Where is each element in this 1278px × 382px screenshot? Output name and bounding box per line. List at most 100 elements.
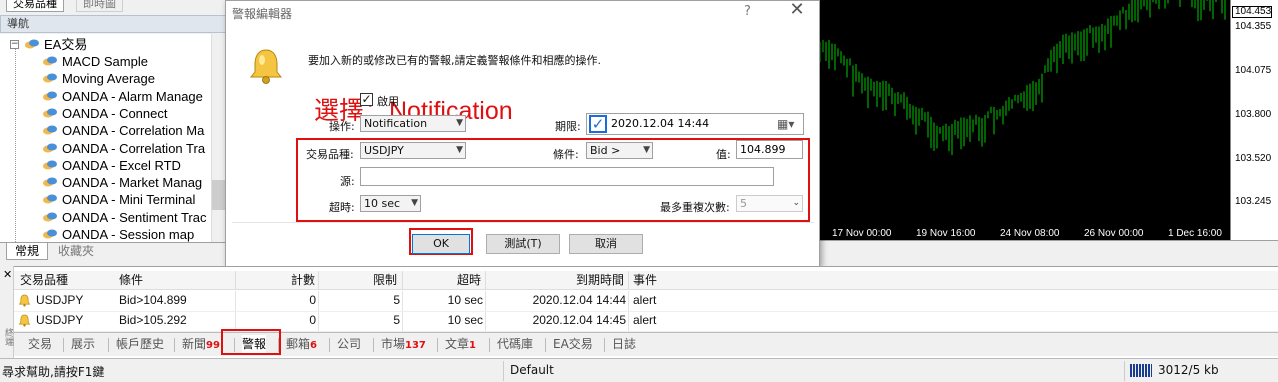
- tab-common[interactable]: 常規: [6, 243, 49, 260]
- alert-cell-count: 0: [309, 293, 316, 307]
- terminal-tab[interactable]: 新聞99: [182, 335, 220, 355]
- tree-node-label: MACD Sample: [62, 54, 148, 69]
- column-header-timeout[interactable]: 超時: [457, 272, 481, 289]
- enable-checkbox[interactable]: ✓: [360, 93, 373, 106]
- price-axis: 104.355 104.075 103.800 103.520 103.245: [1230, 0, 1278, 240]
- tree-node-expert[interactable]: OANDA - Correlation Tra: [42, 140, 205, 157]
- tree-node-expert[interactable]: OANDA - Sentiment Trac: [42, 209, 207, 226]
- tab-divider: [489, 338, 490, 352]
- column-header-count[interactable]: 計數: [291, 272, 315, 289]
- tab-market-watch[interactable]: 交易品種: [6, 0, 64, 12]
- price-label: 103.245: [1235, 196, 1272, 207]
- tree-node-expert[interactable]: OANDA - Market Manag: [42, 174, 202, 191]
- expert-advisor-icon: [42, 175, 58, 187]
- tree-node-label: Moving Average: [62, 71, 155, 87]
- terminal-tab-label: EA交易: [553, 337, 593, 351]
- time-label: 19 Nov 16:00: [916, 228, 976, 239]
- terminal-tabs: 交易 展示 帳戶歷史 新聞99 警報 郵箱6 公司 市場137 文章1 代碼庫 EA交易 日誌: [14, 329, 1278, 356]
- column-header-expiration[interactable]: 到期時間: [576, 272, 624, 289]
- price-label: 103.800: [1235, 109, 1272, 120]
- check-icon: ✓: [361, 92, 372, 106]
- alerts-tab-highlight: [221, 329, 281, 355]
- symbol-select[interactable]: USDJPY ▼: [360, 142, 466, 159]
- alert-editor-dialog: 警報編輯器 ? ✕ 要加入新的或修改已有的警報,請定義警報條件和相應的操作. 選…: [225, 0, 820, 267]
- terminal-tab-label: 帳戶歷史: [116, 337, 165, 351]
- time-label: 1 Dec 16:00: [1168, 228, 1222, 239]
- expert-advisor-icon: [42, 192, 58, 204]
- expert-advisor-icon: [42, 106, 58, 118]
- tab-tick-chart[interactable]: 即時圖: [76, 0, 123, 12]
- close-icon[interactable]: ✕: [786, 1, 808, 20]
- price-label: 103.520: [1235, 153, 1272, 164]
- tree-node-expert-advisors[interactable]: EA交易: [24, 36, 87, 53]
- column-header-condition[interactable]: 條件: [119, 272, 143, 289]
- terminal-tab[interactable]: 帳戶歷史: [116, 335, 164, 353]
- alert-cell-timeout: 10 sec: [447, 293, 483, 307]
- column-header-event[interactable]: 事件: [633, 272, 657, 289]
- tree-node-expert[interactable]: OANDA - Alarm Manage: [42, 88, 203, 105]
- terminal-tab[interactable]: 公司: [337, 335, 361, 353]
- terminal-tab[interactable]: 市場137: [381, 335, 426, 355]
- tree-node-label: OANDA - Mini Terminal: [62, 192, 196, 208]
- terminal-tab-label: 代碼庫: [497, 337, 534, 351]
- test-button[interactable]: 測試(T): [486, 234, 560, 254]
- action-select[interactable]: Notification ▼: [360, 115, 466, 132]
- column-header-limit[interactable]: 限制: [373, 272, 397, 289]
- terminal-tab-badge: 99: [206, 340, 220, 351]
- dialog-description: 要加入新的或修改已有的警報,請定義警報條件和相應的操作.: [308, 54, 601, 67]
- price-chart[interactable]: [818, 0, 1230, 240]
- close-icon[interactable]: ✕: [3, 268, 12, 281]
- condition-select-value: Bid >: [590, 144, 621, 157]
- alert-cell-expiration: 2020.12.04 14:44: [532, 293, 626, 307]
- collapse-icon[interactable]: −: [10, 40, 19, 49]
- timeout-select[interactable]: 10 sec ▼: [360, 195, 421, 212]
- ok-button[interactable]: OK: [412, 234, 470, 254]
- alert-cell-event: alert: [633, 313, 657, 327]
- alert-cell-limit: 5: [393, 293, 400, 307]
- alert-cell-symbol: USDJPY: [36, 313, 84, 327]
- cancel-button[interactable]: 取消: [569, 234, 643, 254]
- terminal-tab[interactable]: 交易: [28, 335, 52, 353]
- tab-favorites[interactable]: 收藏夾: [50, 243, 102, 260]
- terminal-tab[interactable]: 代碼庫: [497, 335, 533, 353]
- tree-node-expert[interactable]: OANDA - Connect: [42, 105, 168, 122]
- tree-node-expert[interactable]: OANDA - Excel RTD: [42, 157, 181, 174]
- value-input[interactable]: 104.899: [736, 140, 803, 159]
- calendar-icon[interactable]: ▦▾: [777, 117, 794, 131]
- help-icon[interactable]: ?: [744, 4, 751, 19]
- source-input[interactable]: [360, 167, 774, 186]
- alerts-table-header: 交易品種 條件 計數 限制 超時 到期時間 事件: [14, 271, 1278, 290]
- time-label: 26 Nov 00:00: [1084, 228, 1144, 239]
- alert-cell-symbol: USDJPY: [36, 293, 84, 307]
- tree-node-expert[interactable]: OANDA - Session map: [42, 226, 194, 242]
- terminal-tab-label: 展示: [71, 337, 96, 351]
- navigator-header: 導航: [0, 15, 228, 33]
- condition-select[interactable]: Bid > ▼: [586, 142, 653, 159]
- tree-node-label: OANDA - Correlation Ma: [62, 123, 205, 139]
- terminal-tab-badge: 1: [469, 340, 476, 351]
- tree-node-expert[interactable]: OANDA - Mini Terminal: [42, 191, 195, 208]
- terminal-tab[interactable]: 日誌: [612, 335, 636, 353]
- column-divider: [485, 271, 486, 290]
- navigator-scroll-thumb[interactable]: [212, 180, 225, 210]
- ea-folder-icon: [24, 37, 40, 49]
- chevron-down-icon: ▼: [411, 198, 418, 208]
- terminal-tab[interactable]: EA交易: [553, 335, 593, 353]
- terminal-tab[interactable]: 文章1: [445, 335, 476, 355]
- terminal-tab[interactable]: 展示: [71, 335, 95, 353]
- column-header-symbol[interactable]: 交易品種: [20, 272, 68, 289]
- terminal-tab[interactable]: 郵箱6: [286, 335, 317, 355]
- tree-node-expert[interactable]: MACD Sample: [42, 53, 148, 70]
- status-divider: [1124, 361, 1125, 381]
- expiry-checkbox[interactable]: ✓: [589, 115, 607, 133]
- tree-node-expert[interactable]: OANDA - Correlation Ma: [42, 122, 204, 139]
- terminal-tab-badge: 137: [405, 340, 426, 351]
- expiry-datetime-picker[interactable]: ✓ 2020.12.04 14:44 ▦▾: [586, 113, 804, 135]
- tree-node-expert[interactable]: Moving Average: [42, 70, 155, 87]
- column-divider: [318, 271, 319, 290]
- tree-node-label: OANDA - Market Manag: [62, 175, 203, 191]
- alert-cell-timeout: 10 sec: [447, 313, 483, 327]
- alert-cell-event: alert: [633, 293, 657, 307]
- navigator-scrollbar[interactable]: [211, 34, 226, 242]
- status-divider: [503, 361, 504, 381]
